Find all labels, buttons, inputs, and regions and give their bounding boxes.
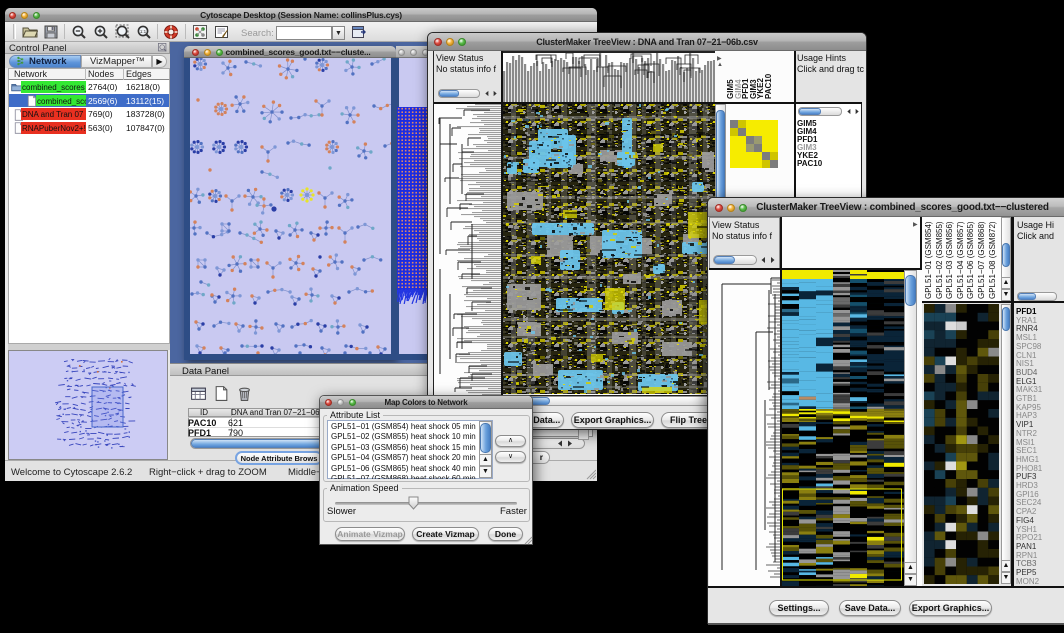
svg-text:1:1: 1:1 [140,29,147,34]
